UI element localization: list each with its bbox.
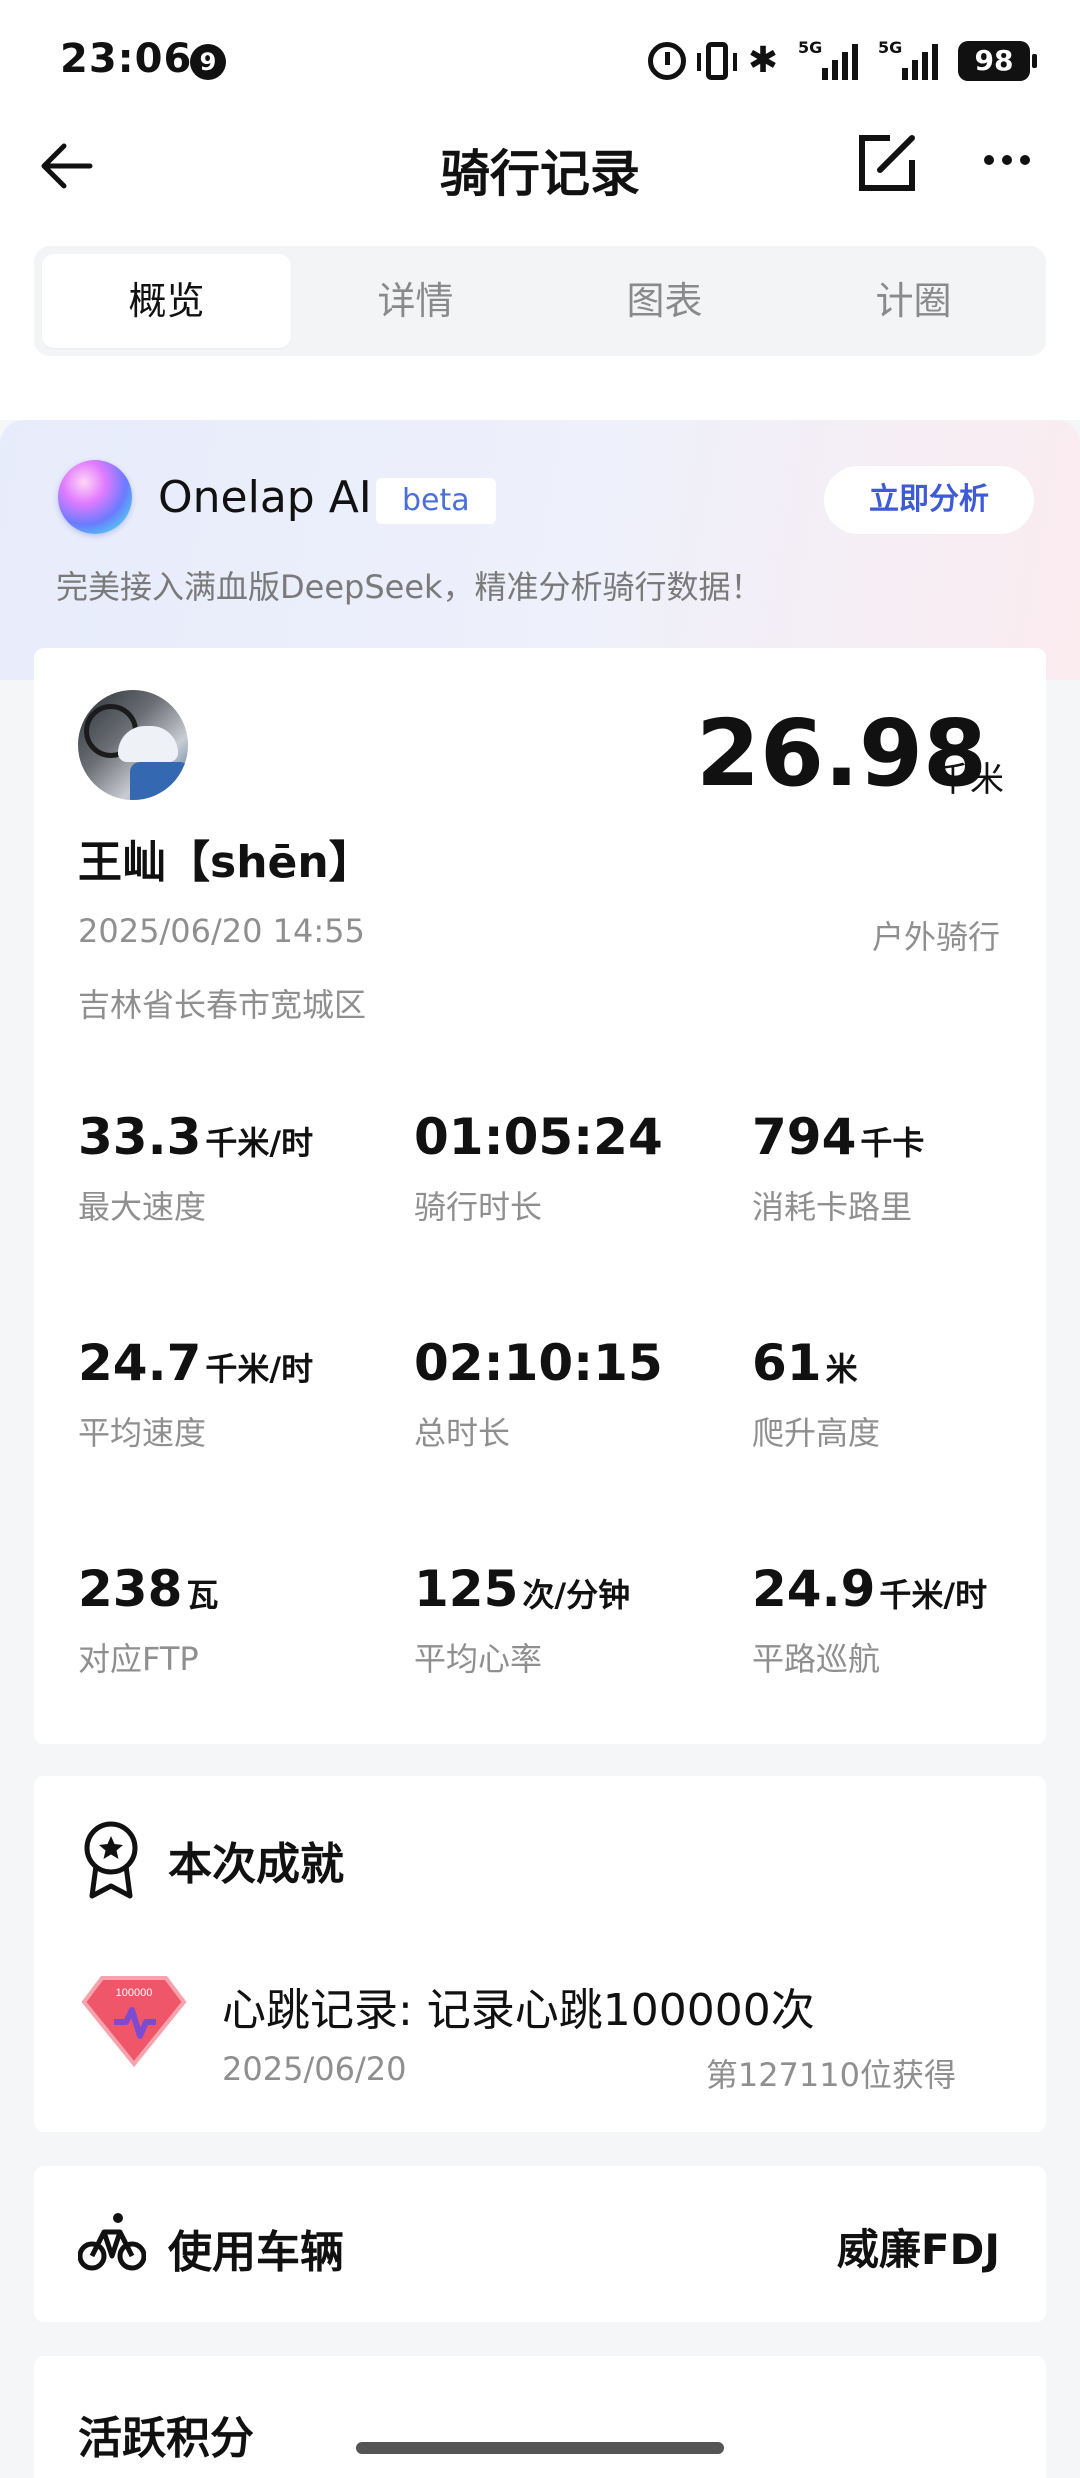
- network-type-label: 5G: [878, 38, 903, 57]
- stat-elevation-gain: 61 米 爬升高度: [752, 1334, 1072, 1454]
- stat-value-line: 794 千卡: [752, 1108, 1072, 1166]
- edit-icon: [859, 135, 915, 191]
- stat-value-line: 01:05:24: [414, 1108, 734, 1166]
- stat-flat-cruise: 24.9 千米/时 平路巡航: [752, 1560, 1072, 1680]
- network-type-label: 5G: [798, 38, 823, 57]
- bluetooth-icon: ✱: [747, 40, 778, 81]
- vehicle-name: 威廉FDJ: [836, 2225, 1000, 2274]
- edit-button[interactable]: [856, 132, 918, 194]
- more-dot-icon: [1002, 155, 1012, 165]
- avatar-photo-shirt: [130, 762, 188, 800]
- medal-icon: [84, 1821, 138, 1899]
- avatar-photo-helmet: [118, 726, 178, 762]
- stat-value-line: 61 米: [752, 1334, 1072, 1392]
- stat-label: 平均心率: [414, 1640, 543, 1678]
- tab-charts[interactable]: 图表: [540, 254, 789, 348]
- stat-label: 对应FTP: [78, 1640, 199, 1678]
- tab-overview[interactable]: 概览: [42, 254, 291, 348]
- ai-banner: [0, 420, 1080, 680]
- points-section-title: 活跃积分: [78, 2413, 254, 2464]
- stat-riding-time: 01:05:24 骑行时长: [414, 1108, 734, 1228]
- achievement-section-title: 本次成就: [168, 1839, 344, 1890]
- stat-value-line: 02:10:15: [414, 1334, 734, 1392]
- stat-total-time: 02:10:15 总时长: [414, 1334, 734, 1454]
- stat-value-line: 24.9 千米/时: [752, 1560, 1072, 1618]
- stat-label: 总时长: [414, 1414, 511, 1452]
- achievement-name: 心跳记录: 记录心跳100000次: [222, 1985, 815, 2036]
- stat-value: 24.7: [78, 1334, 202, 1392]
- heart-badge-icon[interactable]: 100000: [80, 1972, 188, 2068]
- stat-unit: 米: [825, 1350, 858, 1388]
- stat-unit: 次/分钟: [522, 1576, 631, 1614]
- stat-value: 01:05:24: [414, 1108, 663, 1166]
- badge-number: 100000: [116, 1987, 153, 1999]
- ride-location: 吉林省长春市宽城区: [78, 986, 367, 1024]
- stat-label: 平均速度: [78, 1414, 207, 1452]
- battery-indicator: 98: [958, 41, 1037, 81]
- stat-unit: 千米/时: [205, 1350, 314, 1388]
- signal-icon-2: 5G: [878, 38, 938, 80]
- bicycle-icon: [78, 2213, 146, 2271]
- beta-badge: beta: [376, 478, 496, 524]
- stat-value-line: 33.3 千米/时: [78, 1108, 398, 1166]
- achievement-rank: 第127110位获得: [705, 2056, 956, 2094]
- signal-icon-1: 5G: [798, 38, 858, 80]
- stat-ftp: 238 瓦 对应FTP: [78, 1560, 398, 1680]
- more-options-button[interactable]: [984, 150, 1036, 170]
- app-header: 骑行记录: [0, 120, 1080, 210]
- stat-label: 最大速度: [78, 1188, 207, 1226]
- stat-value-line: 238 瓦: [78, 1560, 398, 1618]
- tab-laps[interactable]: 计圈: [789, 254, 1038, 348]
- vibrate-icon: [696, 42, 737, 80]
- avatar[interactable]: [78, 690, 188, 800]
- stat-avg-heart-rate: 125 次/分钟 平均心率: [414, 1560, 734, 1680]
- stat-value: 33.3: [78, 1108, 202, 1166]
- status-time: 23:06: [60, 36, 193, 82]
- stat-unit: 千米/时: [205, 1124, 314, 1162]
- page-title: 骑行记录: [440, 145, 640, 203]
- ai-description: 完美接入满血版DeepSeek，精准分析骑行数据！: [56, 568, 763, 606]
- stat-max-speed: 33.3 千米/时 最大速度: [78, 1108, 398, 1228]
- notification-count-badge: 9: [190, 44, 226, 80]
- alarm-icon: [647, 42, 686, 80]
- stat-label: 平路巡航: [752, 1640, 881, 1678]
- stat-value: 238: [78, 1560, 183, 1618]
- ride-type: 户外骑行: [871, 918, 1000, 956]
- analyze-now-button[interactable]: 立即分析: [824, 466, 1034, 534]
- more-dot-icon: [1020, 155, 1030, 165]
- stat-value: 794: [752, 1108, 857, 1166]
- rider-name: 王屾【shēn】: [78, 837, 373, 888]
- more-dot-icon: [984, 155, 994, 165]
- status-icons: ✱ 5G 5G 98: [647, 38, 1037, 84]
- stat-value: 24.9: [752, 1560, 876, 1618]
- tab-bar: 概览 详情 图表 计圈: [34, 246, 1046, 356]
- tab-details[interactable]: 详情: [291, 254, 540, 348]
- stat-label: 爬升高度: [752, 1414, 881, 1452]
- stat-label: 消耗卡路里: [752, 1188, 913, 1226]
- onelap-ai-logo-icon: [58, 460, 132, 534]
- status-bar: 23:06 9 ✱ 5G 5G 98: [0, 0, 1080, 130]
- distance-unit: 千米: [936, 760, 1004, 800]
- stat-avg-speed: 24.7 千米/时 平均速度: [78, 1334, 398, 1454]
- home-indicator[interactable]: [356, 2442, 724, 2454]
- stat-value: 61: [752, 1334, 822, 1392]
- achievement-date: 2025/06/20: [222, 2050, 407, 2088]
- stat-value: 125: [414, 1560, 519, 1618]
- stat-value-line: 125 次/分钟: [414, 1560, 734, 1618]
- stat-unit: 千卡: [860, 1124, 925, 1162]
- stat-label: 骑行时长: [414, 1188, 543, 1226]
- ai-name: Onelap AI: [158, 472, 372, 523]
- stat-value-line: 24.7 千米/时: [78, 1334, 398, 1392]
- vehicle-section-title: 使用车辆: [168, 2227, 344, 2278]
- stat-calories: 794 千卡 消耗卡路里: [752, 1108, 1072, 1228]
- stat-unit: 瓦: [186, 1576, 219, 1614]
- stat-unit: 千米/时: [879, 1576, 988, 1614]
- ride-datetime: 2025/06/20 14:55: [78, 912, 365, 950]
- stat-value: 02:10:15: [414, 1334, 663, 1392]
